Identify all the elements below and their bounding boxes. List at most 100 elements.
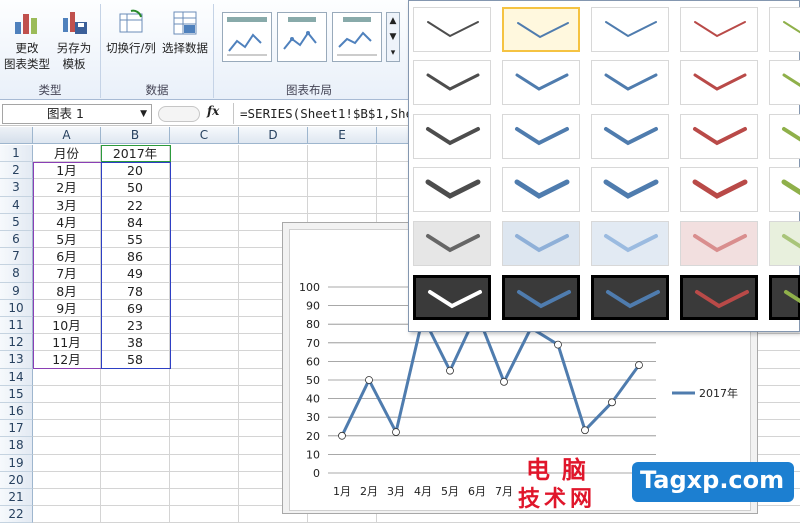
cell[interactable]: 20 xyxy=(101,162,170,180)
chart-style-gray-row4[interactable] xyxy=(413,167,491,212)
chart-style-blue-light-row1[interactable] xyxy=(591,7,669,52)
select-data-button[interactable]: 选择数据 xyxy=(160,8,210,56)
row-header[interactable]: 3 xyxy=(0,179,33,197)
data-point[interactable] xyxy=(338,431,346,440)
cell[interactable] xyxy=(308,179,377,197)
row-header[interactable]: 6 xyxy=(0,231,33,249)
cell[interactable]: 38 xyxy=(101,334,170,352)
cell[interactable]: 9月 xyxy=(33,299,101,317)
cell[interactable] xyxy=(101,437,170,455)
cell[interactable] xyxy=(308,145,377,163)
cell[interactable]: 2月 xyxy=(33,179,101,197)
cell[interactable]: 84 xyxy=(101,213,170,231)
cell[interactable]: 4月 xyxy=(33,213,101,231)
cell[interactable]: 2017年 xyxy=(101,145,170,163)
cell[interactable] xyxy=(170,196,239,214)
cell[interactable] xyxy=(33,454,101,472)
chart-style-blue-row5[interactable] xyxy=(502,221,580,266)
row-header[interactable]: 7 xyxy=(0,248,33,266)
chevron-down-icon[interactable]: ▼ xyxy=(140,105,147,123)
cell[interactable]: 8月 xyxy=(33,282,101,300)
cell[interactable]: 69 xyxy=(101,299,170,317)
column-header-c[interactable]: C xyxy=(170,127,239,144)
data-point[interactable] xyxy=(500,377,508,386)
column-header-e[interactable]: E xyxy=(308,127,377,144)
save-as-template-button[interactable]: 另存为 模板 xyxy=(54,8,94,72)
cell[interactable] xyxy=(170,317,239,335)
row-header[interactable]: 10 xyxy=(0,299,33,317)
row-header[interactable]: 5 xyxy=(0,213,33,231)
row-header[interactable]: 2 xyxy=(0,162,33,180)
cell[interactable] xyxy=(170,454,239,472)
cell[interactable] xyxy=(170,231,239,249)
row-header[interactable]: 18 xyxy=(0,437,33,455)
cell[interactable] xyxy=(170,368,239,386)
cell[interactable]: 49 xyxy=(101,265,170,283)
chart-style-gray-row1[interactable] xyxy=(413,7,491,52)
cell[interactable]: 50 xyxy=(101,179,170,197)
cell[interactable]: 3月 xyxy=(33,196,101,214)
chart-style-gallery[interactable] xyxy=(408,0,800,332)
cell[interactable] xyxy=(170,162,239,180)
cell[interactable] xyxy=(239,162,308,180)
cell[interactable] xyxy=(33,420,101,438)
cell[interactable] xyxy=(33,489,101,507)
cell[interactable] xyxy=(170,420,239,438)
row-header[interactable]: 8 xyxy=(0,265,33,283)
data-point[interactable] xyxy=(392,428,400,436)
cell[interactable] xyxy=(101,506,170,523)
row-header[interactable]: 22 xyxy=(0,506,33,523)
cell[interactable] xyxy=(170,213,239,231)
cell[interactable] xyxy=(170,506,239,523)
cell[interactable] xyxy=(170,334,239,352)
cell[interactable] xyxy=(170,145,239,163)
chart-layout-1-thumb[interactable] xyxy=(222,12,272,62)
chart-style-blue-row4[interactable] xyxy=(502,167,580,212)
chart-style-blue-light-row6[interactable] xyxy=(591,275,669,320)
row-header[interactable]: 17 xyxy=(0,420,33,438)
cell[interactable] xyxy=(101,403,170,421)
cell[interactable] xyxy=(170,248,239,266)
cell[interactable]: 23 xyxy=(101,317,170,335)
row-header[interactable]: 4 xyxy=(0,196,33,214)
chart-style-green-row6[interactable] xyxy=(769,275,800,320)
chart-style-gray-row6[interactable] xyxy=(413,275,491,320)
cell[interactable] xyxy=(33,471,101,489)
data-point[interactable] xyxy=(446,366,454,375)
column-header-a[interactable]: A xyxy=(33,127,101,144)
cell[interactable]: 22 xyxy=(101,196,170,214)
chart-style-blue-light-row4[interactable] xyxy=(591,167,669,212)
chart-style-green-row5[interactable] xyxy=(769,221,800,266)
row-header[interactable]: 1 xyxy=(0,145,33,163)
cell[interactable] xyxy=(33,368,101,386)
chart-style-red-row1[interactable] xyxy=(680,7,758,52)
data-point[interactable] xyxy=(581,426,589,435)
chart-style-red-row3[interactable] xyxy=(680,114,758,159)
chart-style-red-row6[interactable] xyxy=(680,275,758,320)
chart-layout-3-thumb[interactable] xyxy=(332,12,382,62)
chart-style-red-row2[interactable] xyxy=(680,60,758,105)
cell[interactable] xyxy=(101,385,170,403)
chart-style-blue-row1[interactable] xyxy=(502,7,580,52)
column-header-b[interactable]: B xyxy=(101,127,170,144)
cell[interactable] xyxy=(101,489,170,507)
cell[interactable] xyxy=(239,145,308,163)
insert-function-icon[interactable]: fx xyxy=(207,104,219,118)
chart-style-blue-row3[interactable] xyxy=(502,114,580,159)
column-header-d[interactable]: D xyxy=(239,127,308,144)
row-header[interactable]: 16 xyxy=(0,403,33,421)
cell[interactable] xyxy=(170,471,239,489)
switch-row-column-button[interactable]: 切换行/列 xyxy=(104,8,158,56)
cell[interactable]: 86 xyxy=(101,248,170,266)
chart-style-gray-row5[interactable] xyxy=(413,221,491,266)
cell[interactable]: 7月 xyxy=(33,265,101,283)
cell[interactable] xyxy=(239,179,308,197)
cell[interactable] xyxy=(170,282,239,300)
cell[interactable]: 78 xyxy=(101,282,170,300)
cell[interactable]: 58 xyxy=(101,351,170,369)
cell[interactable] xyxy=(170,403,239,421)
cell[interactable] xyxy=(239,196,308,214)
row-header[interactable]: 19 xyxy=(0,454,33,472)
cell[interactable] xyxy=(170,489,239,507)
data-point[interactable] xyxy=(635,361,643,370)
